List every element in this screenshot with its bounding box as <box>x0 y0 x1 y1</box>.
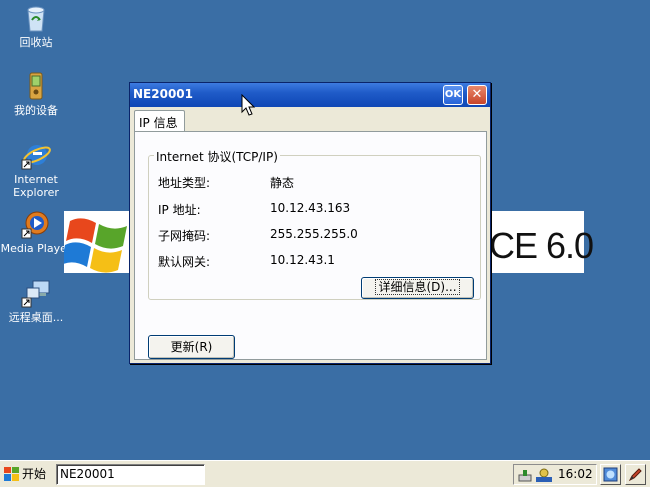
desktop-icon-label: 远程桌面... <box>8 311 64 324</box>
dialog-title: NE20001 <box>133 87 193 101</box>
recycle-bin-icon <box>27 6 45 32</box>
media-player-icon <box>21 211 49 239</box>
windows-logo-icon <box>64 218 127 273</box>
start-button[interactable]: 开始 <box>2 464 50 484</box>
tab-panel-ip-info: Internet 协议(TCP/IP) 地址类型: 静态 IP 地址: 10.1… <box>134 131 487 360</box>
close-button[interactable]: ✕ <box>467 85 487 105</box>
subnet-mask-label: 子网掩码: <box>158 229 211 243</box>
ip-address-value: 10.12.43.163 <box>270 201 351 215</box>
desktop-icon-my-device[interactable]: 我的设备 <box>0 71 72 117</box>
subnet-mask-value: 255.255.255.0 <box>270 227 358 241</box>
desktop-icon <box>603 467 618 482</box>
start-label: 开始 <box>22 467 47 481</box>
remote-desktop-icon <box>21 280 50 308</box>
windows-flag-icon <box>4 467 19 481</box>
mouse-cursor-icon <box>241 94 256 116</box>
dialog-titlebar[interactable]: NE20001 OK ✕ <box>130 83 490 107</box>
tab-ip-info[interactable]: IP 信息 <box>134 110 185 132</box>
desktop-icon-label: Media Player <box>0 242 72 255</box>
network-tray-icon[interactable] <box>517 467 555 483</box>
details-button[interactable]: 详细信息(D)... <box>361 277 474 299</box>
system-tray: 16:02 <box>513 464 597 485</box>
taskbar: 开始 NE20001 16:02 <box>0 460 650 487</box>
network-info-dialog: NE20001 OK ✕ IP 信息 Internet 协议(TCP/IP) 地… <box>129 82 491 364</box>
address-type-label: 地址类型: <box>158 176 211 190</box>
desktop-toggle-button[interactable] <box>600 464 621 485</box>
details-button-label: 详细信息(D)... <box>375 279 460 295</box>
refresh-button[interactable]: 更新(R) <box>148 335 235 359</box>
desktop-icon-recycle-bin[interactable]: 回收站 <box>0 3 72 49</box>
clock[interactable]: 16:02 <box>558 467 593 481</box>
group-title: Internet 协议(TCP/IP) <box>154 148 280 165</box>
desktop-icon-remote-desktop[interactable]: 远程桌面... <box>0 278 72 324</box>
default-gateway-label: 默认网关: <box>158 255 211 269</box>
default-gateway-value: 10.12.43.1 <box>270 253 335 267</box>
desktop-icon-label: 回收站 <box>19 36 53 49</box>
pen-icon <box>628 468 642 482</box>
desktop-icon-media-player[interactable]: Media Player <box>0 209 72 255</box>
ok-button[interactable]: OK <box>443 85 463 105</box>
desktop-icon-label: 我的设备 <box>14 104 58 117</box>
my-device-icon <box>29 72 43 100</box>
desktop-icon-label: Internet Explorer <box>13 173 59 199</box>
ip-address-label: IP 地址: <box>158 203 201 217</box>
tcpip-groupbox: Internet 协议(TCP/IP) 地址类型: 静态 IP 地址: 10.1… <box>148 148 481 300</box>
address-type-value: 静态 <box>270 176 295 190</box>
desktop-icon-internet-explorer[interactable]: Internet Explorer <box>0 140 72 199</box>
input-panel-button[interactable] <box>625 464 646 485</box>
ce-version-text: CE 6.0 <box>489 225 594 266</box>
close-icon: ✕ <box>471 87 483 102</box>
internet-explorer-icon <box>21 145 51 170</box>
taskbar-item-ne20001[interactable]: NE20001 <box>56 464 205 485</box>
